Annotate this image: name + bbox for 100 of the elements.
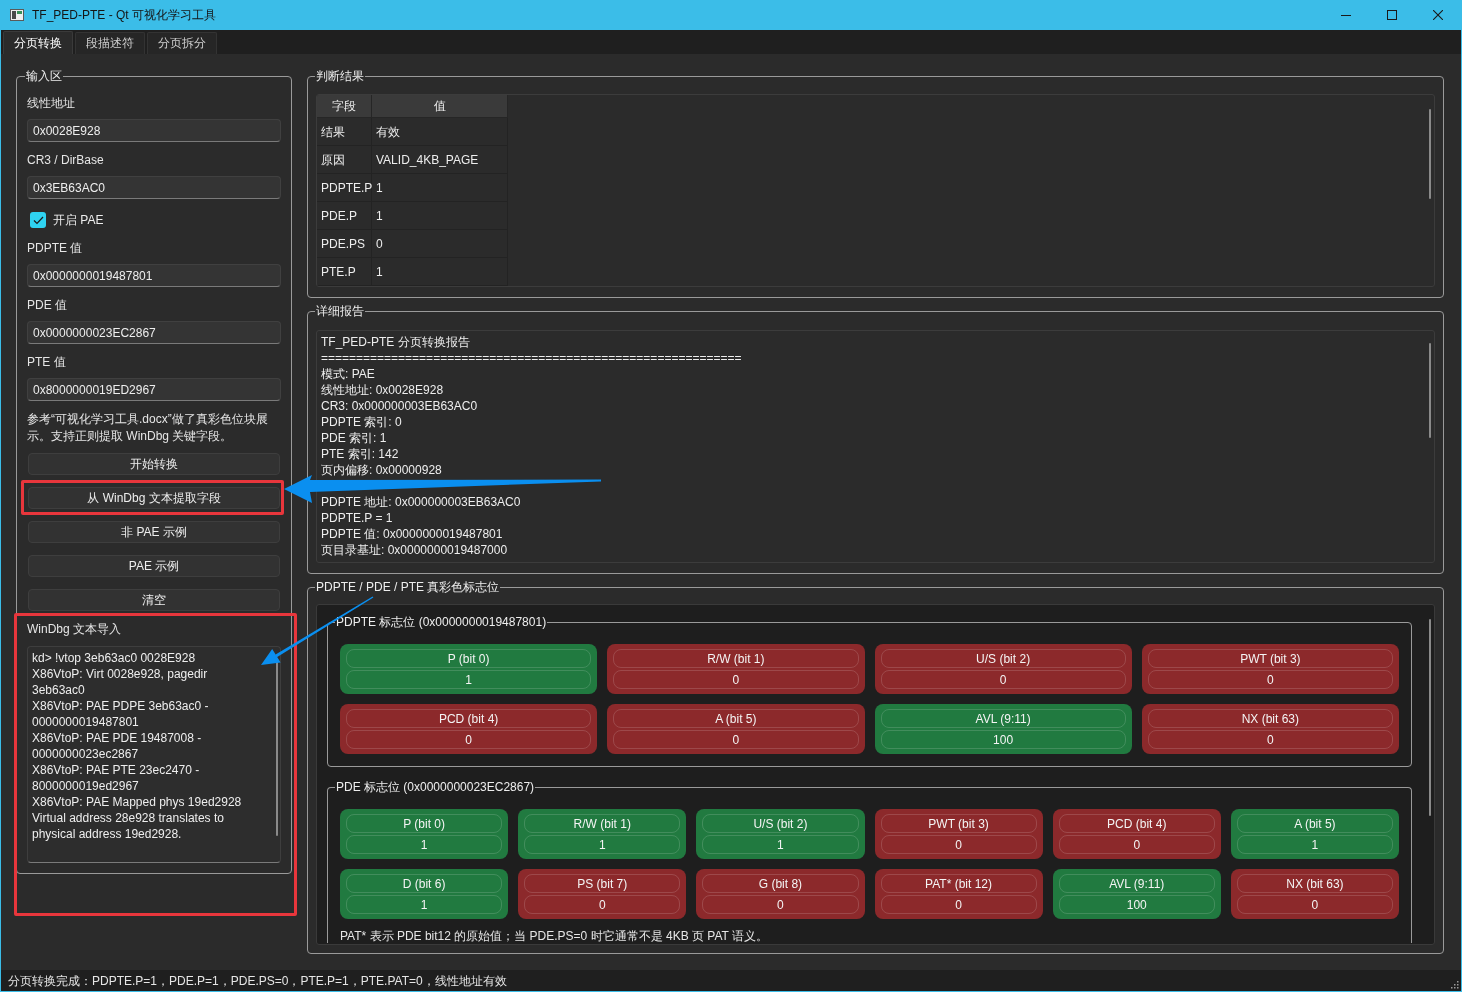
tab[interactable]: 分页拆分	[147, 32, 217, 54]
flag-label: A (bit 5)	[613, 709, 859, 728]
report-line: PDPTE.P = 1	[321, 510, 393, 526]
report-line: CR3: 0x000000003EB63AC0	[321, 398, 478, 414]
report-line: PDPTE 索引: 0	[321, 414, 402, 430]
flag-value: 1	[346, 670, 592, 689]
table-cell: 原因	[317, 146, 372, 174]
flag-label: NX (bit 63)	[1147, 709, 1393, 728]
table-cell: PDE.P	[317, 202, 372, 230]
flag-label: A (bit 5)	[1236, 814, 1393, 833]
text-field[interactable]: 0x3EB63AC0	[27, 176, 281, 199]
flag-label: G (bit 8)	[702, 874, 859, 893]
text-field[interactable]: 0x0000000019487801	[27, 264, 281, 287]
action-button[interactable]: 清空	[28, 589, 280, 611]
table-cell: PDE.PS	[317, 230, 372, 258]
flag-value: 1	[346, 835, 503, 854]
text-area[interactable]: kd> !vtop 3eb63ac0 0028E928 X86VtoP: Virt 0028e928, pagedir 3eb63ac0 X86VtoP: PAE PDPE 3eb63ac0 - 0000000019487801 X86VtoP: PAE PDE 19487008 - 0000000023ec2867 X86VtoP: PAE PTE 23ec2470 - 8000000019ed2967 X86VtoP: PAE Mapped phys 19ed2928 Virtual address 28e928 translates to physical address 19ed2928.	[27, 646, 281, 863]
flag-label: P (bit 0)	[346, 649, 592, 668]
flag-label: U/S (bit 2)	[880, 649, 1126, 668]
report-line: 模式: PAE	[321, 366, 375, 382]
table-cell: PTE.P	[317, 258, 372, 286]
tab[interactable]: 段描述符	[75, 32, 145, 54]
scrollbar-thumb[interactable]	[1429, 619, 1431, 816]
column-header[interactable]: 字段	[317, 95, 372, 118]
flag-label: AVL (9:11)	[880, 709, 1126, 728]
action-button[interactable]: 从 WinDbg 文本提取字段	[28, 487, 280, 509]
checkbox[interactable]	[30, 212, 46, 228]
flag-value: 1	[346, 895, 503, 914]
flag-value: 0	[1147, 670, 1393, 689]
flag-label: R/W (bit 1)	[524, 814, 681, 833]
flag-label: AVL (9:11)	[1058, 874, 1215, 893]
group-title: PDPTE / PDE / PTE 真彩色标志位	[315, 580, 501, 594]
table-cell: 结果	[317, 118, 372, 146]
flag-label: R/W (bit 1)	[613, 649, 859, 668]
flag-value: 1	[1236, 835, 1393, 854]
close-icon	[1433, 10, 1443, 20]
note-text: PAT* 表示 PDE bit12 的原始值；当 PDE.PS=0 时它通常不是 4KB 页 PAT 语义。	[340, 929, 769, 943]
flag-label: U/S (bit 2)	[702, 814, 859, 833]
field-label: PDPTE 值	[27, 241, 84, 255]
flag-label: PCD (bit 4)	[1058, 814, 1215, 833]
flag-label: PAT* (bit 12)	[880, 874, 1037, 893]
flag-label: D (bit 6)	[346, 874, 503, 893]
field-label: CR3 / DirBase	[27, 153, 105, 167]
action-button[interactable]: 开始转换	[28, 453, 280, 475]
flag-label: P (bit 0)	[346, 814, 503, 833]
flag-value: 0	[1058, 835, 1215, 854]
checkbox-label[interactable]: 开启 PAE	[53, 213, 104, 227]
table-cell: PDPTE.P	[317, 174, 372, 202]
minimize-icon	[1341, 14, 1351, 16]
field-label: WinDbg 文本导入	[27, 622, 122, 636]
report-line: PDE 索引: 1	[321, 430, 387, 446]
field-label: 线性地址	[27, 96, 76, 110]
column-header[interactable]: 值	[372, 95, 508, 118]
flag-value: 1	[524, 835, 681, 854]
text-field[interactable]: 0x8000000019ED2967	[27, 378, 281, 401]
flag-value: 0	[880, 895, 1037, 914]
field-label: PTE 值	[27, 355, 67, 369]
maximize-icon	[1387, 10, 1397, 20]
table-cell: VALID_4KB_PAGE	[372, 146, 508, 174]
scrollbar-thumb[interactable]	[276, 661, 278, 836]
table-cell: 0	[372, 230, 508, 258]
flag-value: 100	[880, 730, 1126, 749]
flag-value: 0	[1147, 730, 1393, 749]
text-field[interactable]: 0x0028E928	[27, 119, 281, 142]
flag-label: PCD (bit 4)	[346, 709, 592, 728]
tab[interactable]: 分页转换	[3, 31, 73, 54]
group-title: PDE 标志位 (0x0000000023EC2867)	[335, 780, 536, 794]
flag-label: PWT (bit 3)	[880, 814, 1037, 833]
scrollbar-thumb[interactable]	[1429, 109, 1431, 199]
action-button[interactable]: PAE 示例	[28, 555, 280, 577]
table-cell: 1	[372, 174, 508, 202]
flag-value: 0	[613, 670, 859, 689]
scrollbar-thumb[interactable]	[1429, 343, 1431, 438]
window-title: TF_PED-PTE - Qt 可视化学习工具	[32, 7, 216, 24]
flag-value: 1	[702, 835, 859, 854]
flag-value: 0	[613, 730, 859, 749]
size-grip-icon[interactable]	[1450, 980, 1459, 989]
report-line: PDPTE 值: 0x0000000019487801	[321, 526, 503, 542]
flag-label: PS (bit 7)	[524, 874, 681, 893]
group-title: 详细报告	[315, 304, 365, 318]
hint-text: 参考“可视化学习工具.docx”做了真彩色位块展示。支持正则提取 WinDbg 关键字段。	[27, 411, 269, 445]
report-line: 页内偏移: 0x00000928	[321, 462, 442, 478]
flag-value: 0	[880, 835, 1037, 854]
flag-value: 0	[1236, 895, 1393, 914]
action-button[interactable]: 非 PAE 示例	[28, 521, 280, 543]
field-label: PDE 值	[27, 298, 68, 312]
flag-value: 0	[880, 670, 1126, 689]
flag-value: 0	[524, 895, 681, 914]
report-line: TF_PED-PTE 分页转换报告	[321, 334, 470, 350]
flag-value: 0	[702, 895, 859, 914]
table-cell: 1	[372, 258, 508, 286]
group-title: PDPTE 标志位 (0x0000000019487801)	[335, 615, 548, 629]
flag-label: PWT (bit 3)	[1147, 649, 1393, 668]
text-field[interactable]: 0x0000000023EC2867	[27, 321, 281, 344]
report-line: 线性地址: 0x0028E928	[321, 382, 444, 398]
report-line: PDPTE 地址: 0x000000003EB63AC0	[321, 494, 521, 510]
checkmark-icon	[32, 215, 44, 225]
report-line: 页目录基址: 0x0000000019487000	[321, 542, 508, 558]
flag-value: 0	[346, 730, 592, 749]
group-title: 判断结果	[315, 69, 365, 83]
